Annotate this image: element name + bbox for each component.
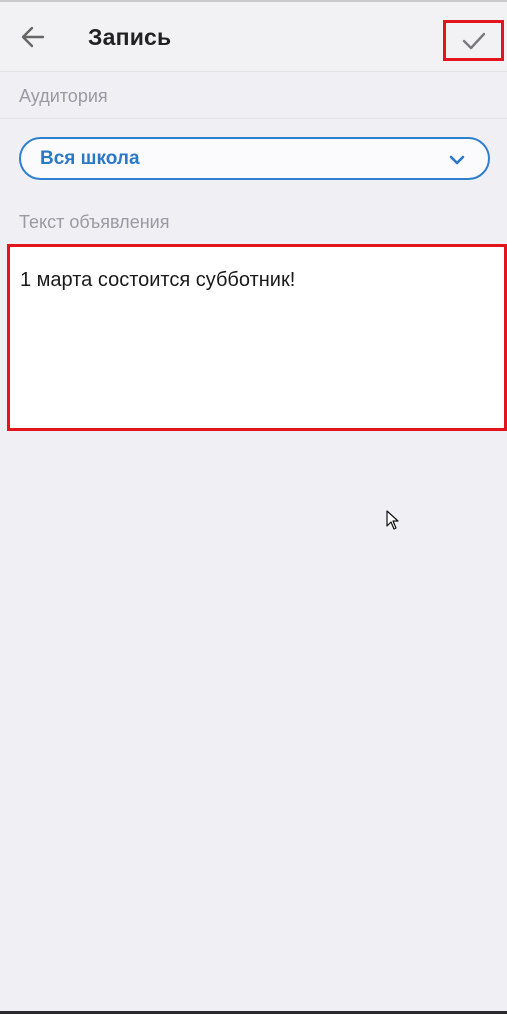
audience-selected-value: Вся школа — [40, 148, 140, 169]
arrow-left-icon — [21, 26, 45, 48]
announcement-text-value: 1 марта состоится субботник! — [20, 269, 296, 291]
back-button[interactable] — [14, 18, 52, 56]
announcement-text-field[interactable]: 1 марта состоится субботник! — [7, 244, 507, 431]
save-button[interactable] — [443, 20, 504, 61]
page-title: Запись — [88, 24, 172, 50]
chevron-down-icon — [449, 155, 465, 165]
audience-dropdown[interactable]: Вся школа — [19, 137, 490, 180]
top-app-bar: Запись — [0, 0, 507, 72]
mouse-pointer-icon — [386, 510, 399, 530]
screen: Запись Аудитория Вся школа Текст объявле… — [0, 0, 507, 1014]
announcement-text-label: Текст объявления — [19, 212, 170, 232]
check-icon — [462, 32, 485, 49]
audience-label: Аудитория — [19, 86, 108, 106]
divider — [0, 118, 507, 119]
